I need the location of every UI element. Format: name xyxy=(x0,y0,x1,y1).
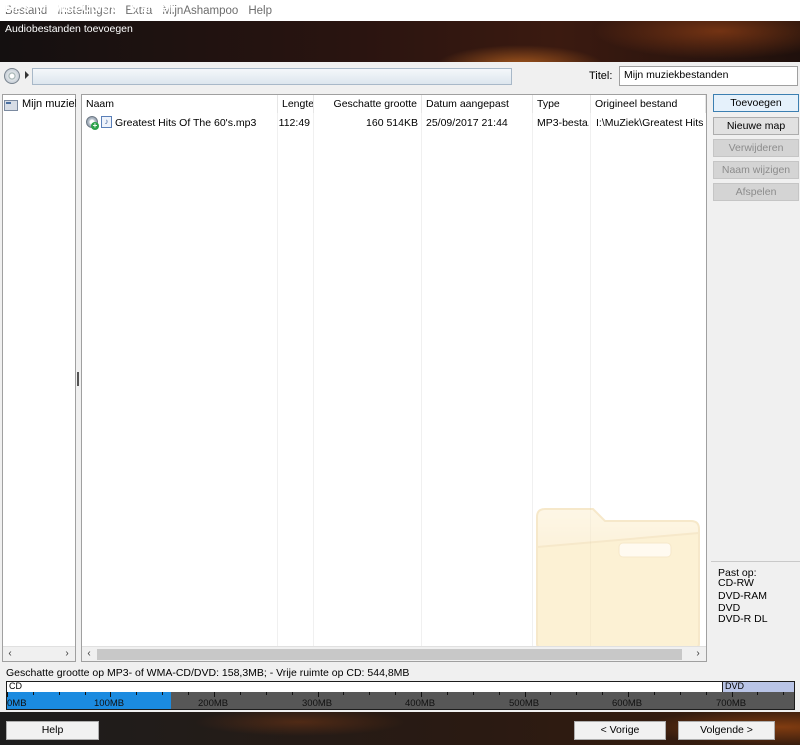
column-header-type[interactable]: Type xyxy=(533,95,591,113)
scale-tick xyxy=(628,692,629,697)
column-divider xyxy=(421,113,422,647)
scale-label: 0MB xyxy=(7,698,27,709)
scale-tick xyxy=(395,692,396,695)
music-file-icon: ♪ xyxy=(101,116,112,128)
scale-tick xyxy=(318,692,319,697)
scale-tick xyxy=(266,692,267,695)
capacity-dvd-label: DVD xyxy=(725,681,745,691)
scale-tick xyxy=(162,692,163,695)
scale-label: 600MB xyxy=(612,698,643,709)
column-header-naam[interactable]: Naam xyxy=(82,95,278,113)
scale-label: 500MB xyxy=(509,698,540,709)
scale-tick xyxy=(680,692,681,695)
scale-tick xyxy=(602,692,603,695)
scale-tick xyxy=(292,692,293,695)
scale-tick xyxy=(110,692,111,697)
column-divider xyxy=(313,113,314,647)
capacity-used-fill xyxy=(7,692,171,709)
tree-item-label: Mijn muziekbe xyxy=(22,98,76,110)
previous-button[interactable]: < Vorige xyxy=(574,721,666,740)
scale-label: 400MB xyxy=(405,698,436,709)
capacity-cd-band xyxy=(7,682,794,692)
column-header-origineel[interactable]: Origineel bestand xyxy=(591,95,706,113)
scale-label: 100MB xyxy=(94,698,125,709)
cell-name: Greatest Hits Of The 60's.mp3 xyxy=(115,117,257,129)
scale-tick xyxy=(421,692,422,697)
column-divider xyxy=(277,113,278,647)
scale-tick xyxy=(576,692,577,695)
play-button[interactable]: Afspelen xyxy=(713,183,799,201)
scale-label: 300MB xyxy=(302,698,333,709)
scale-tick xyxy=(369,692,370,695)
status-text: Geschatte grootte op MP3- of WMA-CD/DVD:… xyxy=(6,667,410,679)
scale-tick xyxy=(550,692,551,695)
scale-tick xyxy=(136,692,137,695)
breadcrumb[interactable] xyxy=(32,68,512,85)
cell-original: I:\MuZiek\Greatest Hits Of T xyxy=(596,117,706,129)
next-button[interactable]: Volgende > xyxy=(678,721,775,740)
disc-icon[interactable] xyxy=(4,68,20,84)
scale-tick xyxy=(783,692,784,695)
title-label: Titel: xyxy=(589,70,613,82)
scrollbar-thumb[interactable] xyxy=(97,649,682,660)
scroll-right-icon[interactable]: › xyxy=(692,648,704,660)
scroll-right-icon[interactable]: › xyxy=(61,648,73,660)
title-input[interactable] xyxy=(619,66,798,86)
folder-tree[interactable] xyxy=(2,94,76,662)
compat-item: DVD-R DL xyxy=(718,613,768,625)
add-button[interactable]: Toevoegen xyxy=(713,94,799,112)
scale-label: 700MB xyxy=(716,698,747,709)
scale-tick xyxy=(757,692,758,695)
scroll-left-icon[interactable]: ‹ xyxy=(4,648,16,660)
scale-tick xyxy=(59,692,60,695)
column-header-datum[interactable]: Datum aangepast xyxy=(422,95,533,113)
scale-tick xyxy=(343,692,344,695)
scale-tick xyxy=(499,692,500,695)
scale-tick xyxy=(525,692,526,697)
compat-item: CD-RW xyxy=(718,577,754,589)
help-button[interactable]: Help xyxy=(6,721,99,740)
file-list-header: Naam Lengte Geschatte grootte Datum aang… xyxy=(82,95,706,113)
scroll-left-icon[interactable]: ‹ xyxy=(83,648,95,660)
scale-tick xyxy=(7,692,8,697)
page-subtitle: Audiobestanden toevoegen xyxy=(5,23,133,35)
scale-tick xyxy=(214,692,215,697)
scale-tick xyxy=(473,692,474,695)
cell-size: 160 514KB xyxy=(366,117,418,129)
cell-length: 112:49 xyxy=(278,117,310,129)
scale-tick xyxy=(706,692,707,695)
scale-tick xyxy=(732,692,733,697)
rename-button[interactable]: Naam wijzigen xyxy=(713,161,799,179)
scale-tick xyxy=(240,692,241,695)
splitter-handle[interactable] xyxy=(77,372,79,386)
folder-watermark-icon xyxy=(536,508,700,650)
tree-item-mijn-muziekbestanden[interactable]: Mijn muziekbe xyxy=(4,97,76,111)
scale-label: 200MB xyxy=(198,698,229,709)
list-horizontal-scrollbar[interactable]: ‹ › xyxy=(82,646,706,661)
add-icon: + xyxy=(91,121,99,130)
capacity-cd-label: CD xyxy=(9,681,22,691)
scale-tick xyxy=(188,692,189,695)
new-folder-button[interactable]: Nieuwe map xyxy=(713,117,799,135)
compat-item: DVD-RAM xyxy=(718,590,767,602)
remove-button[interactable]: Verwijderen xyxy=(713,139,799,157)
cell-date: 25/09/2017 21:44 xyxy=(426,117,508,129)
cell-type: MP3-besta... xyxy=(537,117,589,129)
tree-horizontal-scrollbar[interactable]: ‹ › xyxy=(3,646,75,661)
column-header-lengte[interactable]: Lengte xyxy=(278,95,314,113)
page-title: MP3- of WMA-CD/DVD branden xyxy=(5,3,175,15)
scale-tick xyxy=(33,692,34,695)
chevron-right-icon[interactable] xyxy=(25,71,29,79)
scale-tick xyxy=(447,692,448,695)
scale-tick xyxy=(654,692,655,695)
scale-tick xyxy=(85,692,86,695)
folder-icon xyxy=(4,99,18,111)
column-header-grootte[interactable]: Geschatte grootte xyxy=(314,95,422,113)
menu-help[interactable]: Help xyxy=(247,5,273,17)
